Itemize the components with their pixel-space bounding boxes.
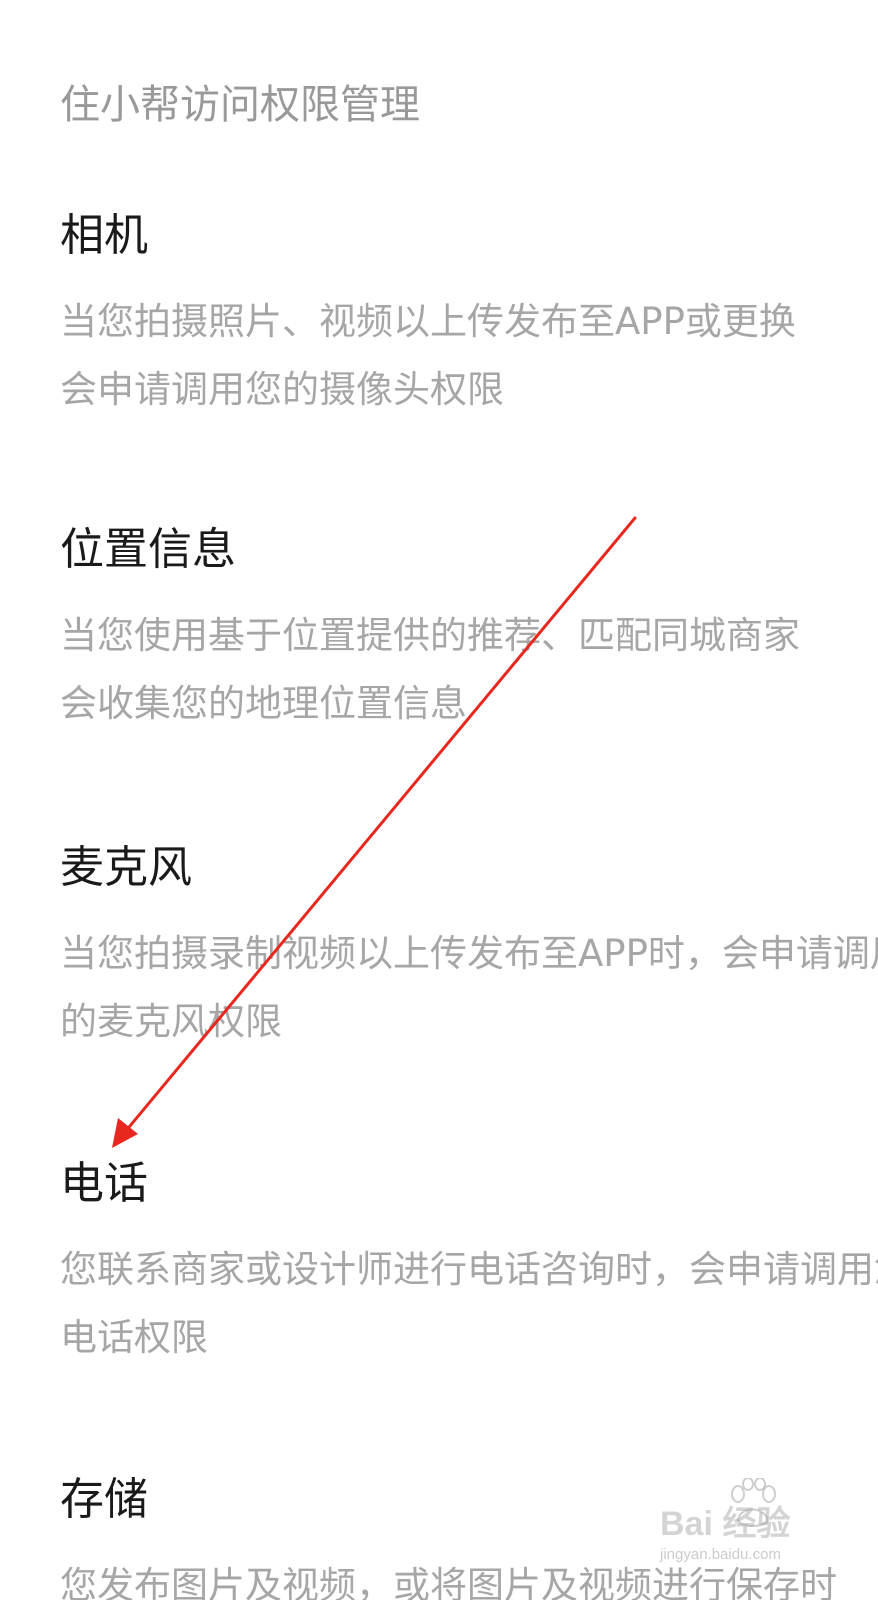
- permission-item-microphone[interactable]: 麦克风 当您拍摄录制视频以上传发布至APP时，会申请调用您 的麦克风权限: [60, 840, 878, 1056]
- permission-description-line: 电话权限: [60, 1316, 208, 1359]
- permission-management-page: 住小帮访问权限管理 相机 当您拍摄照片、视频以上传发布至APP或更换 会申请调用…: [0, 0, 878, 1600]
- permission-description-line: 的麦克风权限: [60, 1000, 282, 1043]
- permission-title: 相机: [60, 210, 148, 261]
- permission-description-line: 您联系商家或设计师进行电话咨询时，会申请调用您的: [60, 1248, 878, 1291]
- permission-title: 麦克风: [60, 842, 192, 893]
- annotation-arrowhead: [112, 1118, 138, 1148]
- watermark-brand: Bai 经验: [660, 1505, 791, 1543]
- page-title: 住小帮访问权限管理: [60, 82, 420, 128]
- permission-description-line: 会申请调用您的摄像头权限: [60, 368, 504, 411]
- permission-description-line: 当您拍摄录制视频以上传发布至APP时，会申请调用您: [60, 932, 878, 975]
- permission-description-line: 会收集您的地理位置信息: [60, 682, 467, 725]
- permission-description: 您联系商家或设计师进行电话咨询时，会申请调用您的 电话权限: [60, 1236, 878, 1372]
- watermark-url: jingyan.baidu.com: [660, 1546, 781, 1563]
- permission-title: 位置信息: [60, 524, 236, 575]
- permission-description-line: 当您拍摄照片、视频以上传发布至APP或更换: [60, 300, 796, 343]
- permission-description-line: 当您使用基于位置提供的推荐、匹配同城商家: [60, 614, 800, 657]
- permission-title: 电话: [60, 1158, 148, 1209]
- permission-item-camera[interactable]: 相机 当您拍摄照片、视频以上传发布至APP或更换 会申请调用您的摄像头权限: [60, 208, 878, 424]
- permission-description: 当您拍摄录制视频以上传发布至APP时，会申请调用您 的麦克风权限: [60, 920, 878, 1056]
- permission-description: 当您使用基于位置提供的推荐、匹配同城商家 会收集您的地理位置信息: [60, 602, 878, 738]
- permission-item-location[interactable]: 位置信息 当您使用基于位置提供的推荐、匹配同城商家 会收集您的地理位置信息: [60, 522, 878, 738]
- baidu-jingyan-watermark: Bai 经验 jingyan.baidu.com: [660, 1478, 860, 1588]
- permission-item-phone[interactable]: 电话 您联系商家或设计师进行电话咨询时，会申请调用您的 电话权限: [60, 1156, 878, 1372]
- permission-description: 当您拍摄照片、视频以上传发布至APP或更换 会申请调用您的摄像头权限: [60, 288, 878, 424]
